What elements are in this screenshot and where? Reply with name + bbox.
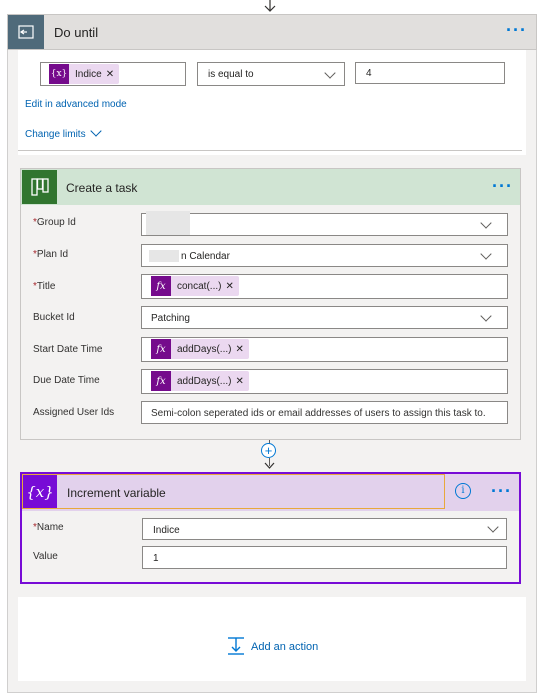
variable-name-label: *Name [33, 522, 64, 533]
remove-token-icon[interactable]: ✕ [106, 69, 119, 80]
adddays-token[interactable]: fx addDays(...) ✕ [151, 339, 249, 359]
create-task-card [20, 168, 521, 440]
remove-token-icon[interactable]: ✕ [235, 344, 248, 355]
operator-value: is equal to [208, 69, 254, 80]
info-icon[interactable]: i [455, 483, 471, 499]
title-label: *Title [33, 281, 56, 292]
variable-value-input[interactable] [142, 546, 507, 569]
variable-name-value: Indice [153, 525, 180, 536]
variable-icon: {x} [23, 475, 57, 508]
adddays-token[interactable]: fx addDays(...) ✕ [151, 371, 249, 391]
start-date-label: Start Date Time [33, 344, 103, 355]
divider [18, 150, 522, 151]
group-id-select[interactable] [141, 213, 508, 236]
assigned-users-label: Assigned User Ids [33, 407, 115, 418]
flow-arrow-icon [264, 0, 276, 12]
change-limits-link[interactable]: Change limits [25, 129, 86, 140]
edit-advanced-link[interactable]: Edit in advanced mode [25, 99, 127, 110]
do-until-title: Do until [54, 25, 99, 40]
group-id-label: *Group Id [33, 217, 76, 228]
bucket-id-label: Bucket Id [33, 312, 75, 323]
redacted-value [149, 250, 179, 262]
increment-variable-title: Increment variable [67, 486, 166, 500]
assigned-users-placeholder: Semi-colon seperated ids or email addres… [151, 408, 486, 419]
do-until-icon [8, 15, 44, 49]
plan-id-label: *Plan Id [33, 249, 69, 260]
fx-icon: fx [151, 339, 171, 359]
variable-value-text: 1 [153, 553, 159, 564]
add-action-link[interactable]: Add an action [251, 641, 318, 653]
scope-footer [18, 597, 526, 681]
redacted-value [146, 211, 190, 235]
fx-icon: fx [151, 276, 171, 296]
concat-token[interactable]: fx concat(...) ✕ [151, 276, 239, 296]
planner-icon [22, 170, 57, 204]
condition-value: 4 [366, 68, 372, 79]
remove-token-icon[interactable]: ✕ [225, 281, 238, 292]
fx-icon: fx [151, 371, 171, 391]
variable-icon: {x} [49, 64, 69, 84]
bucket-id-value: Patching [151, 313, 190, 324]
more-dots-icon[interactable]: ··· [492, 177, 513, 195]
create-task-title: Create a task [66, 181, 138, 195]
add-action-icon[interactable] [227, 637, 245, 655]
variable-value-label: Value [33, 551, 58, 562]
flow-arrow-icon [264, 462, 275, 469]
remove-token-icon[interactable]: ✕ [235, 376, 248, 387]
more-dots-icon[interactable]: ··· [506, 21, 527, 39]
condition-right-operand[interactable] [355, 62, 505, 84]
more-dots-icon[interactable]: ··· [491, 482, 512, 500]
insert-step-icon[interactable]: + [261, 443, 276, 458]
due-date-label: Due Date Time [33, 375, 100, 386]
variable-name-select[interactable] [142, 518, 507, 540]
do-until-header[interactable]: Do until ··· [7, 14, 537, 50]
indice-token[interactable]: {x} Indice ✕ [49, 64, 120, 84]
plan-id-value: n Calendar [181, 251, 230, 262]
bucket-id-select[interactable] [141, 306, 508, 329]
